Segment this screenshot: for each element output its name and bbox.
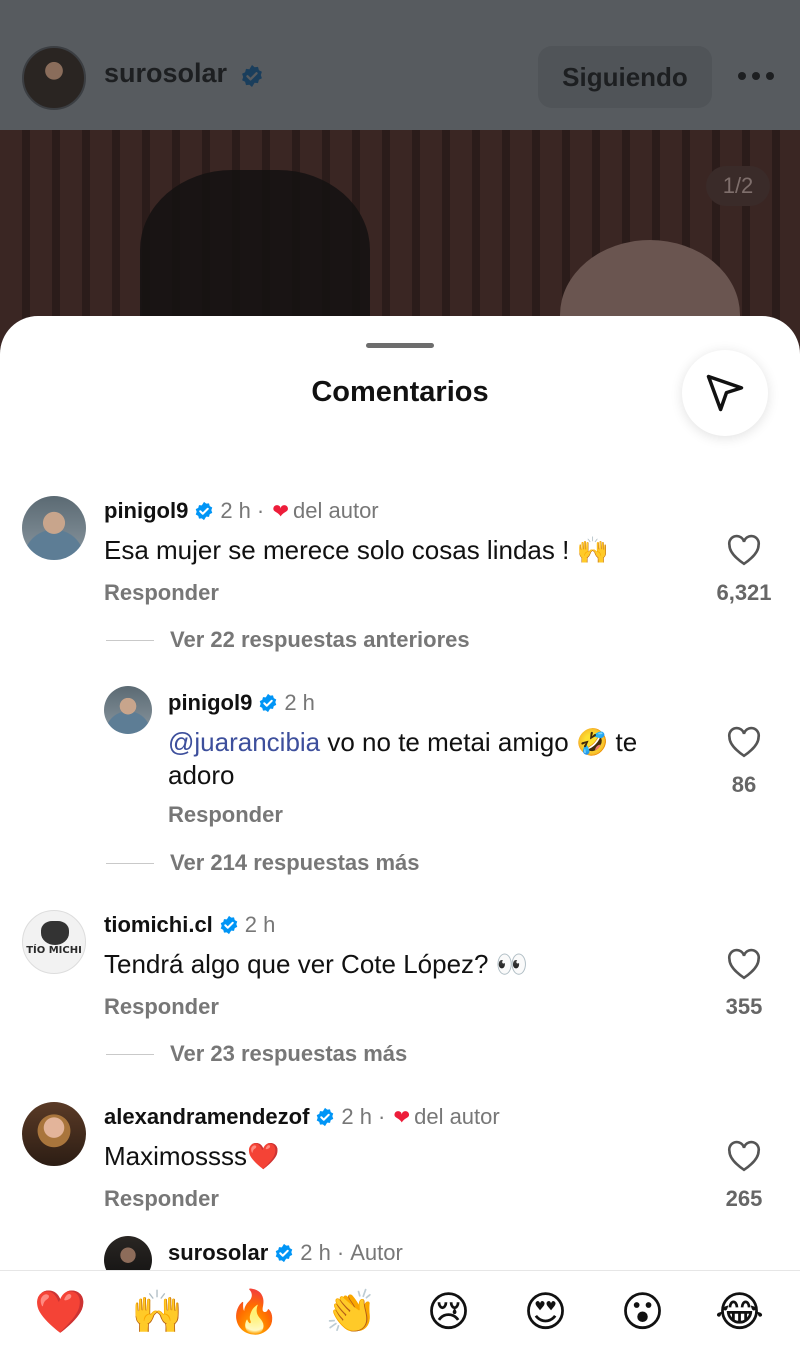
comment-username[interactable]: surosolar <box>168 1240 268 1266</box>
liked-by-author: del autor <box>414 1104 500 1129</box>
heart-outline-icon[interactable] <box>726 726 762 758</box>
comment-username[interactable]: pinigol9 <box>168 690 252 716</box>
comment-text: @juarancibia vo no te metai amigo 🤣 te a… <box>168 727 638 790</box>
send-icon <box>706 374 744 412</box>
quick-reactions-bar: ❤️ 🙌 🔥 👏 😢 😍 😮 😂 <box>0 1270 800 1353</box>
comment-meta: tiomichi.cl 2 h <box>104 912 275 938</box>
verified-badge-icon <box>317 1107 334 1127</box>
avatar[interactable] <box>22 496 86 560</box>
meta-separator: · <box>256 498 265 523</box>
user-mention[interactable]: @juarancibia <box>168 727 320 757</box>
like-count: 265 <box>725 1186 763 1211</box>
verified-badge-icon <box>220 915 238 935</box>
like-count: 355 <box>725 994 763 1019</box>
post-header: surosolar Siguiendo <box>0 0 800 130</box>
verified-badge-icon <box>242 65 262 87</box>
reply-button[interactable]: Responder <box>168 802 283 828</box>
reply-button[interactable]: Responder <box>104 994 219 1020</box>
comment-meta: pinigol9 2 h · ❤ del autor <box>104 498 379 524</box>
red-heart-reaction-icon[interactable]: ❤️ <box>31 1287 91 1337</box>
eyes-icon: 👀 <box>495 950 529 980</box>
raising-hands-icon: 🙌 <box>576 536 609 566</box>
author-tag: Autor <box>350 1240 403 1265</box>
reply-button[interactable]: Responder <box>104 580 219 606</box>
tears-of-joy-reaction-icon[interactable]: 😂 <box>710 1287 770 1337</box>
view-replies-button[interactable]: Ver 22 respuestas anteriores <box>106 627 470 653</box>
meta-separator: · <box>378 1104 386 1129</box>
comment-time: 2 h <box>341 1104 372 1129</box>
avatar[interactable] <box>104 686 152 734</box>
view-replies-button[interactable]: Ver 23 respuestas más <box>106 1041 407 1067</box>
comments-sheet: Comentarios pinigol9 2 h · ❤ del autor E… <box>0 316 800 1353</box>
avatar[interactable]: TÍO MICHI <box>22 910 86 974</box>
fire-reaction-icon[interactable]: 🔥 <box>225 1287 285 1337</box>
post-author-username[interactable]: surosolar <box>104 58 227 89</box>
cat-logo-icon <box>41 921 69 945</box>
like-count: 86 <box>731 772 757 797</box>
comment-text: Tendrá algo que ver Cote López? 👀 <box>104 949 529 980</box>
avatar[interactable] <box>22 1102 86 1166</box>
comment-meta: pinigol9 2 h <box>168 690 315 716</box>
surprised-face-reaction-icon[interactable]: 😮 <box>613 1287 673 1337</box>
image-counter: 1/2 <box>706 166 770 206</box>
view-replies-button[interactable]: Ver 214 respuestas más <box>106 850 420 876</box>
comment-meta: surosolar 2 h · Autor <box>168 1240 403 1266</box>
comment-meta: alexandramendezof 2 h · ❤ del autor <box>104 1104 500 1130</box>
comment-text: Esa mujer se merece solo cosas lindas ! … <box>104 535 609 566</box>
following-button[interactable]: Siguiendo <box>538 46 712 108</box>
comment-username[interactable]: tiomichi.cl <box>104 912 213 938</box>
rolling-laughing-icon: 🤣 <box>575 728 609 758</box>
raising-hands-reaction-icon[interactable]: 🙌 <box>128 1287 188 1337</box>
comment-username[interactable]: pinigol9 <box>104 498 188 524</box>
heart-outline-icon[interactable] <box>726 1140 762 1172</box>
liked-by-author: del autor <box>293 498 379 523</box>
comment-time: 2 h <box>220 498 251 523</box>
comment-time: 2 h <box>300 1240 331 1265</box>
meta-separator: · <box>336 1240 345 1265</box>
verified-badge-icon <box>260 693 277 713</box>
verified-badge-icon <box>196 501 213 521</box>
heart-icon: ❤ <box>272 500 290 523</box>
red-heart-icon: ❤️ <box>247 1142 280 1172</box>
more-options-icon[interactable] <box>738 72 774 82</box>
comment-time: 2 h <box>284 690 315 715</box>
reply-button[interactable]: Responder <box>104 1186 219 1212</box>
clapping-hands-reaction-icon[interactable]: 👏 <box>322 1287 382 1337</box>
share-button[interactable] <box>682 350 768 436</box>
comment-username[interactable]: alexandramendezof <box>104 1104 309 1130</box>
post-author-avatar[interactable] <box>22 46 86 110</box>
like-count: 6,321 <box>716 580 772 605</box>
heart-eyes-reaction-icon[interactable]: 😍 <box>516 1287 576 1337</box>
sheet-title: Comentarios <box>311 376 489 408</box>
crying-face-reaction-icon[interactable]: 😢 <box>419 1287 479 1337</box>
heart-icon: ❤ <box>393 1106 411 1129</box>
heart-outline-icon[interactable] <box>726 948 762 980</box>
heart-outline-icon[interactable] <box>726 534 762 566</box>
comment-text: Maximossss❤️ <box>104 1141 280 1172</box>
comment-time: 2 h <box>244 912 276 937</box>
sheet-grab-handle[interactable] <box>366 343 434 348</box>
verified-badge-icon <box>276 1243 293 1263</box>
